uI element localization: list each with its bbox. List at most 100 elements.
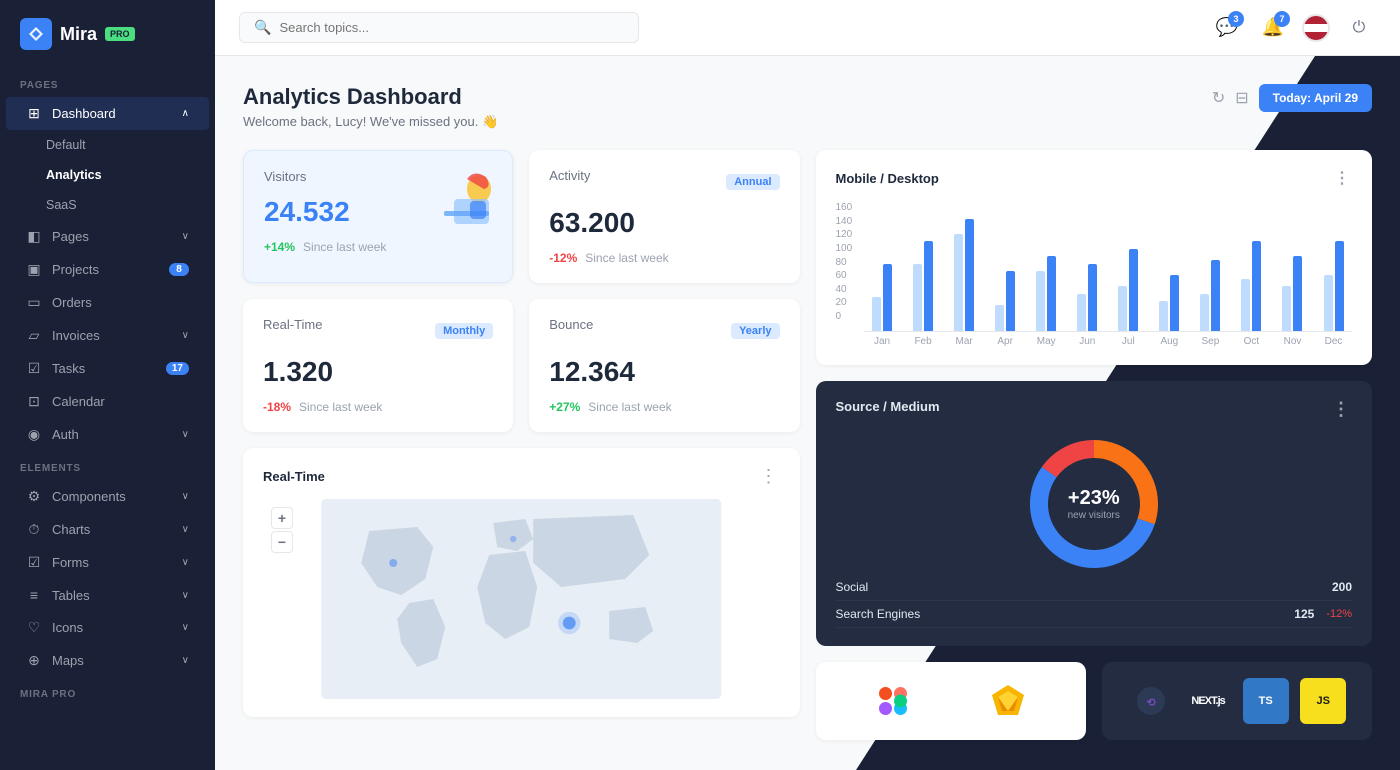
bar-group [1151, 275, 1188, 331]
visitor-illustration [424, 159, 504, 239]
donut-sub: new visitors [1068, 510, 1120, 521]
language-selector[interactable] [1302, 14, 1330, 42]
projects-badge: 8 [169, 263, 189, 276]
dashboard-icon: ⊞ [26, 105, 42, 122]
sidebar-item-orders[interactable]: ▭ Orders [6, 286, 209, 319]
today-button[interactable]: Today: April 29 [1259, 84, 1372, 112]
x-axis-labels: JanFebMarAprMayJunJulAugSepOctNovDec [864, 336, 1353, 347]
chart-title: Mobile / Desktop [836, 171, 939, 186]
bottom-stats: Real-Time Monthly 1.320 -18% Since last … [243, 299, 800, 432]
bar-group [1233, 241, 1270, 331]
bar-month-label: Dec [1315, 336, 1352, 347]
chart-title-row: Mobile / Desktop ⋮ [836, 168, 1353, 188]
visitors-footer: +14% Since last week [264, 240, 492, 254]
sidebar-item-forms[interactable]: ☑ Forms ∨ [6, 546, 209, 579]
chevron-down-icon: ∨ [182, 231, 189, 242]
bar-group [1110, 249, 1147, 332]
chart-container: 160140120100806040200 JanFebMarAprMayJun… [836, 202, 1353, 347]
bar-mobile [1006, 271, 1015, 331]
bar-group [1028, 256, 1065, 331]
sidebar-item-saas[interactable]: SaaS [6, 190, 209, 220]
maps-icon: ⊕ [26, 652, 42, 669]
header-right: 💬 3 🔔 7 ⏻ [1210, 11, 1376, 45]
sidebar-item-label: Orders [52, 295, 92, 310]
bar-month-label: May [1028, 336, 1065, 347]
top-header: 🔍 💬 3 🔔 7 ⏻ [215, 0, 1400, 56]
bar-mobile [924, 241, 933, 331]
source-menu[interactable]: ⋮ [1332, 399, 1352, 420]
bar-pair [1077, 264, 1097, 332]
sidebar-item-pages[interactable]: ◧ Pages ∨ [6, 220, 209, 253]
bar-group [987, 271, 1024, 331]
bar-month-label: Aug [1151, 336, 1188, 347]
sidebar-item-calendar[interactable]: ⊡ Calendar [6, 385, 209, 418]
bar-mobile [1335, 241, 1344, 331]
top-stats: Visitors [243, 150, 800, 283]
sidebar-item-analytics[interactable]: Analytics [6, 160, 209, 190]
sidebar-item-charts[interactable]: ⏱ Charts ∨ [6, 513, 209, 546]
tables-icon: ≡ [26, 587, 42, 603]
bounce-footer: +27% Since last week [549, 400, 779, 414]
bounce-value: 12.364 [549, 356, 779, 388]
realtime-since: Since last week [299, 400, 382, 414]
world-map-svg [263, 499, 780, 699]
map-more-menu[interactable]: ⋮ [760, 466, 780, 487]
forms-icon: ☑ [26, 554, 42, 571]
zoom-in-button[interactable]: + [271, 507, 293, 529]
donut-chart: +23% new visitors [836, 434, 1353, 574]
activity-card: Activity Annual 63.200 -12% Since last w… [529, 150, 799, 283]
power-button[interactable]: ⏻ [1342, 11, 1376, 45]
refresh-icon[interactable]: ↻ [1212, 88, 1225, 108]
bounce-since: Since last week [588, 400, 671, 414]
visitors-change: +14% [264, 240, 295, 254]
bar-month-label: Sep [1192, 336, 1229, 347]
activity-badge: Annual [726, 174, 779, 190]
bounce-card: Bounce Yearly 12.364 +27% Since last wee… [529, 299, 799, 432]
page-subtitle: Welcome back, Lucy! We've missed you. 👋 [243, 114, 498, 130]
sidebar-item-label: Maps [52, 653, 84, 668]
source-name: Social [836, 580, 869, 594]
alerts-button[interactable]: 🔔 7 [1256, 11, 1290, 45]
notifications-button[interactable]: 💬 3 [1210, 11, 1244, 45]
bar-pair [1282, 256, 1302, 331]
sidebar-item-invoices[interactable]: ▱ Invoices ∨ [6, 319, 209, 352]
activity-change: -12% [549, 251, 577, 265]
bar-month-label: Feb [905, 336, 942, 347]
section-elements-label: ELEMENTS [0, 451, 215, 480]
bar-group [1069, 264, 1106, 332]
sidebar-item-tasks[interactable]: ☑ Tasks 17 [6, 352, 209, 385]
bounce-label: Bounce [549, 317, 593, 332]
chevron-down-icon: ∨ [182, 655, 189, 666]
sidebar-item-components[interactable]: ⚙ Components ∨ [6, 480, 209, 513]
search-input[interactable] [279, 20, 624, 35]
bar-pair [1324, 241, 1344, 331]
sidebar-item-maps[interactable]: ⊕ Maps ∨ [6, 644, 209, 677]
sidebar-item-projects[interactable]: ▣ Projects 8 [6, 253, 209, 286]
bar-mobile [1047, 256, 1056, 331]
bar-group [1192, 260, 1229, 331]
bar-pair [913, 241, 933, 331]
sidebar-item-icons[interactable]: ♡ Icons ∨ [6, 611, 209, 644]
bar-group [864, 264, 901, 332]
sidebar-item-default[interactable]: Default [6, 130, 209, 160]
search-box[interactable]: 🔍 [239, 12, 639, 43]
section-pages-label: PAGES [0, 68, 215, 97]
charts-icon: ⏱ [26, 521, 42, 538]
sidebar-item-tables[interactable]: ≡ Tables ∨ [6, 579, 209, 611]
sidebar-item-auth[interactable]: ◉ Auth ∨ [6, 418, 209, 451]
filter-icon[interactable]: ⊟ [1235, 88, 1248, 108]
bar-mobile [1293, 256, 1302, 331]
search-icon: 🔍 [254, 19, 271, 36]
notifications-badge: 3 [1228, 11, 1244, 27]
sidebar-item-dashboard[interactable]: ⊞ Dashboard ∧ [6, 97, 209, 130]
main-content: 🔍 💬 3 🔔 7 ⏻ Analytics Dashb [215, 0, 1400, 770]
sidebar-item-label: Dashboard [52, 106, 116, 121]
sidebar-item-label: Default [46, 138, 86, 152]
bar-group [1315, 241, 1352, 331]
chart-more-menu[interactable]: ⋮ [1334, 168, 1352, 188]
donut-label: +23% new visitors [1068, 487, 1120, 521]
chevron-down-icon: ∧ [182, 108, 189, 119]
zoom-out-button[interactable]: − [271, 531, 293, 553]
bar-group [905, 241, 942, 331]
sidebar-item-label: Analytics [46, 168, 102, 182]
